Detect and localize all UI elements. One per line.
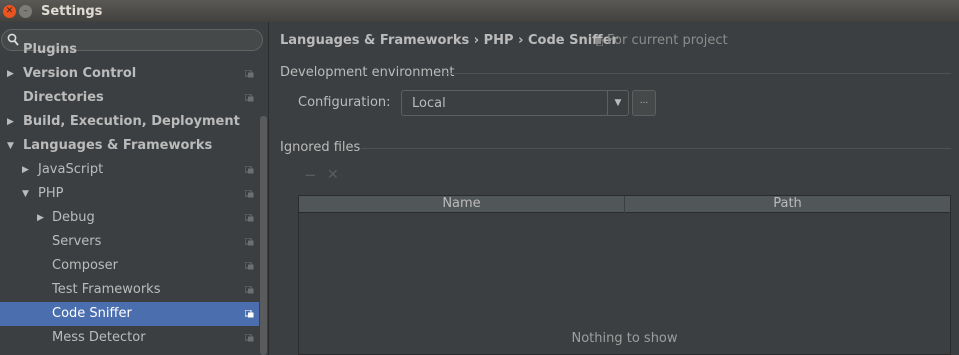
section-separator (443, 73, 951, 74)
remove-icon[interactable]: − (304, 168, 317, 183)
settings-main-panel: Languages & Frameworks › PHP › Code Snif… (270, 22, 959, 355)
collapsed-arrow-icon[interactable]: ▶ (7, 62, 14, 86)
configuration-label: Configuration: (298, 95, 391, 110)
breadcrumb: Languages & Frameworks › PHP › Code Snif… (280, 33, 618, 48)
chevron-down-icon[interactable]: ▼ (607, 91, 628, 115)
sidebar-item-label: Directories (23, 90, 104, 105)
sidebar-item-plugins[interactable]: Plugins (0, 38, 259, 62)
delete-icon[interactable]: ✕ (327, 168, 339, 182)
ignored-files-table[interactable]: Name Path Nothing to show (298, 195, 951, 355)
project-scope-icon (245, 334, 254, 342)
sidebar-item-version-control[interactable]: ▶ Version Control (0, 62, 259, 86)
project-scope-icon (245, 214, 254, 222)
project-scope-icon (245, 94, 254, 102)
sidebar-item-label: Build, Execution, Deployment (23, 114, 240, 129)
project-scope-icon (245, 70, 254, 78)
column-header-name[interactable]: Name (299, 196, 625, 213)
configuration-more-button[interactable]: ... (632, 90, 656, 116)
expanded-arrow-icon[interactable]: ▼ (22, 182, 29, 206)
collapsed-arrow-icon[interactable]: ▶ (22, 158, 29, 182)
minimize-window-button[interactable]: – (19, 4, 32, 18)
sidebar-item-servers[interactable]: Servers (0, 230, 259, 254)
settings-sidebar: Plugins ▶ Version Control Directories ▶ Build… (0, 22, 269, 355)
section-separator (361, 148, 951, 149)
project-scope-icon (595, 38, 603, 46)
project-scope-icon (245, 190, 254, 198)
sidebar-item-directories[interactable]: Directories (0, 86, 259, 110)
sidebar-item-label: Version Control (23, 66, 137, 81)
empty-table-message: Nothing to show (571, 331, 678, 346)
collapsed-arrow-icon[interactable]: ▶ (37, 206, 44, 230)
sidebar-item-label: JavaScript (38, 162, 104, 177)
sidebar-item-composer[interactable]: Composer (0, 254, 259, 278)
sidebar-item-label: Code Sniffer (52, 306, 132, 321)
collapsed-arrow-icon[interactable]: ▶ (7, 110, 14, 134)
expanded-arrow-icon[interactable]: ▼ (7, 134, 14, 158)
sidebar-item-build-execution-deployment[interactable]: ▶ Build, Execution, Deployment (0, 110, 259, 134)
sidebar-item-languages-frameworks[interactable]: ▼ Languages & Frameworks (0, 134, 259, 158)
sidebar-scrollbar[interactable] (260, 116, 267, 355)
sidebar-item-javascript[interactable]: ▶ JavaScript (0, 158, 259, 182)
sidebar-item-debug[interactable]: ▶ Debug (0, 206, 259, 230)
sidebar-item-label: Mess Detector (52, 330, 146, 345)
configuration-select[interactable]: Local ▼ (401, 90, 629, 116)
title-bar: ✕ – Settings (0, 0, 959, 22)
ignored-files-section-title: Ignored files (280, 140, 361, 155)
project-scope-icon (245, 310, 254, 318)
dev-env-section-title: Development environment (280, 65, 455, 80)
sidebar-item-mess-detector[interactable]: Mess Detector (0, 326, 259, 350)
project-scope-icon (245, 262, 254, 270)
sidebar-item-test-frameworks[interactable]: Test Frameworks (0, 278, 259, 302)
project-scope-icon (245, 238, 254, 246)
column-header-path[interactable]: Path (625, 196, 950, 213)
sidebar-item-code-sniffer[interactable]: Code Sniffer (0, 302, 259, 326)
configuration-value: Local (412, 96, 446, 111)
sidebar-item-label: PHP (38, 186, 64, 201)
settings-tree: Plugins ▶ Version Control Directories ▶ Build… (0, 42, 259, 350)
sidebar-item-label: Composer (52, 258, 119, 273)
sidebar-item-label: Servers (52, 234, 102, 249)
scope-label: For current project (607, 33, 728, 48)
window-title: Settings (41, 3, 103, 19)
close-window-button[interactable]: ✕ (3, 4, 16, 18)
sidebar-item-php[interactable]: ▼ PHP (0, 182, 259, 206)
project-scope-icon (245, 166, 254, 174)
sidebar-item-label: Test Frameworks (52, 282, 161, 297)
sidebar-item-label: Plugins (23, 42, 77, 57)
sidebar-item-label: Debug (52, 210, 95, 225)
table-header: Name Path (299, 196, 950, 213)
sidebar-item-label: Languages & Frameworks (23, 138, 213, 153)
project-scope-icon (245, 286, 254, 294)
